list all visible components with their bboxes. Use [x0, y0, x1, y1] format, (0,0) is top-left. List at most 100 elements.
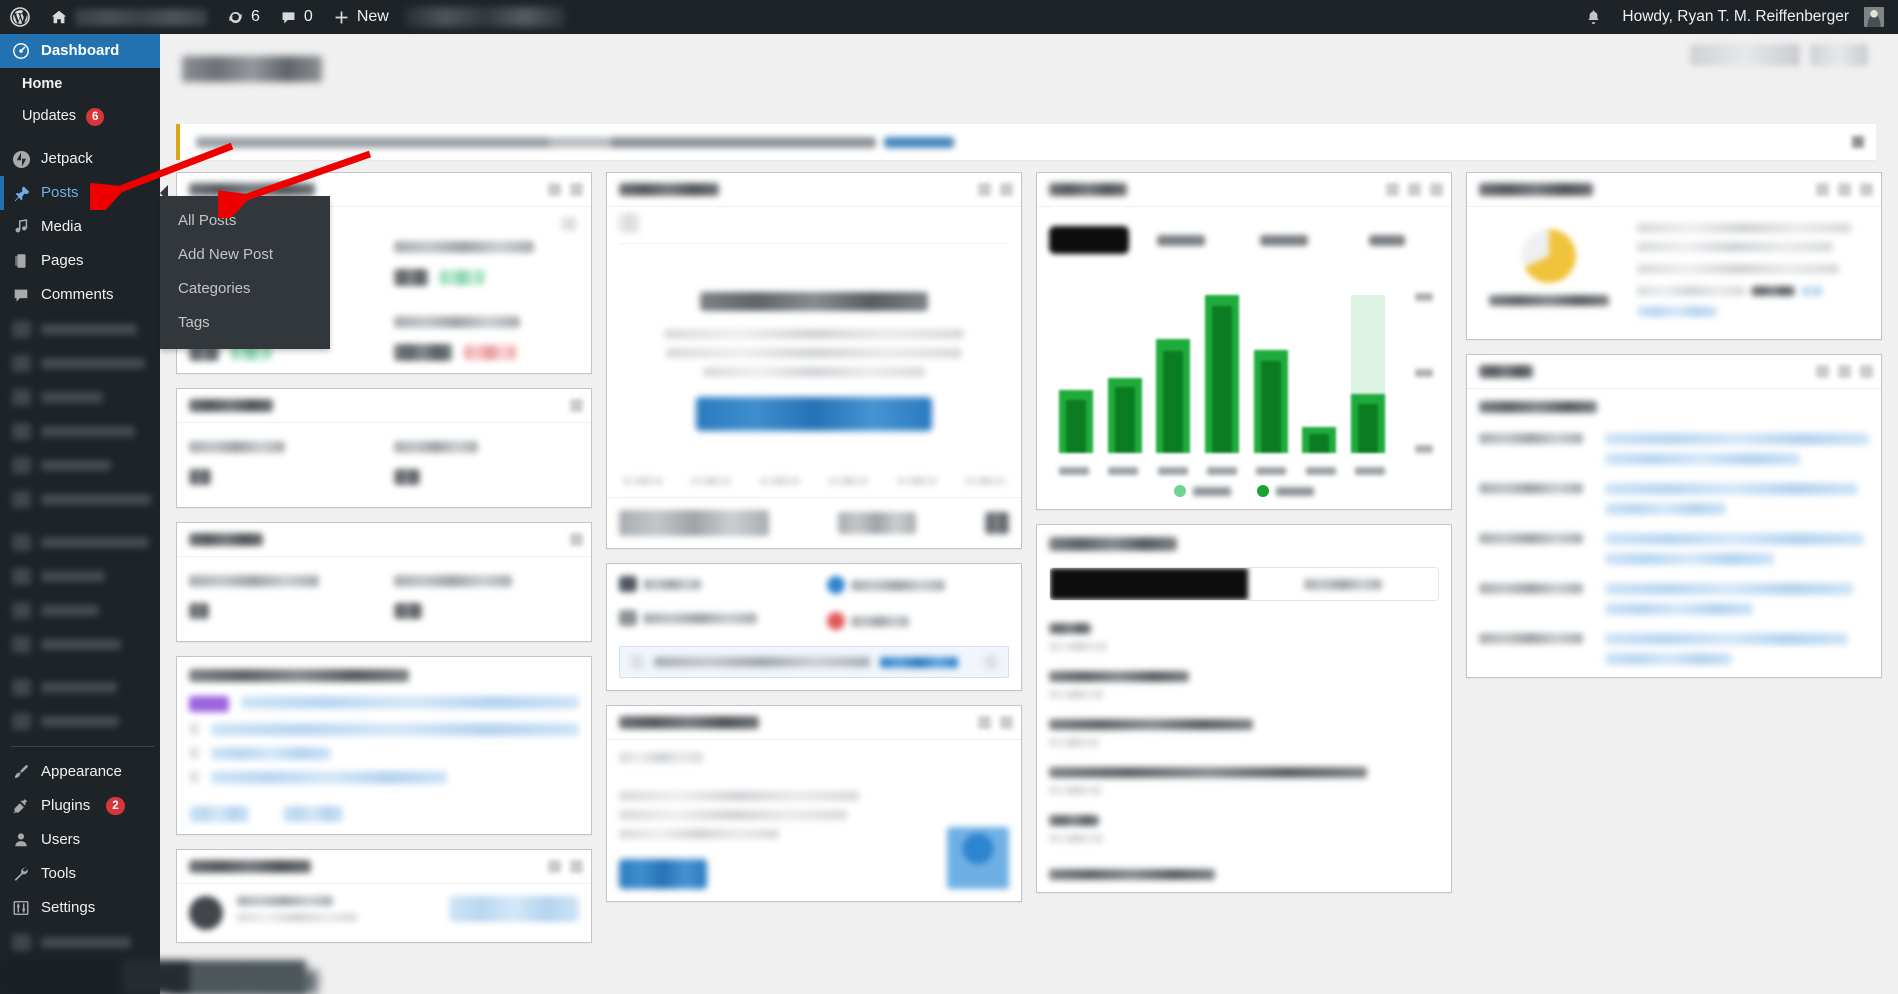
- glance-item[interactable]: [827, 612, 1009, 630]
- stats-expand-icon[interactable]: [985, 512, 1009, 534]
- sidebar-item-redacted[interactable]: [0, 346, 160, 380]
- list-item[interactable]: [189, 747, 579, 760]
- activity-link[interactable]: [1605, 583, 1854, 595]
- activity-link[interactable]: [1605, 483, 1859, 495]
- events-cta-button[interactable]: [619, 859, 707, 889]
- taskbar[interactable]: [0, 960, 306, 994]
- list-item[interactable]: [1479, 533, 1869, 565]
- sidebar-item-redacted[interactable]: [0, 670, 160, 704]
- widget-collapse-icon[interactable]: [570, 860, 583, 873]
- stats-period-select[interactable]: [619, 510, 769, 536]
- widget-settings-icon[interactable]: [1386, 183, 1399, 196]
- account-menu[interactable]: Howdy, Ryan T. M. Reiffenberger: [1612, 0, 1898, 34]
- pager-link[interactable]: [189, 806, 249, 822]
- widget-header[interactable]: [177, 523, 591, 557]
- sidebar-item-redacted[interactable]: [0, 593, 160, 627]
- sidebar-item-redacted[interactable]: [0, 704, 160, 738]
- sidebar-item-redacted[interactable]: [0, 312, 160, 346]
- widget-collapse-icon[interactable]: [1000, 183, 1013, 196]
- widget-settings-icon[interactable]: [548, 860, 561, 873]
- widget-header[interactable]: [607, 173, 1021, 207]
- widget-collapse-icon[interactable]: [1408, 183, 1421, 196]
- widget-header[interactable]: [607, 706, 1021, 740]
- widget-collapse-icon[interactable]: [570, 183, 583, 196]
- health-link[interactable]: [1637, 306, 1717, 317]
- widget-more-icon[interactable]: [1860, 365, 1873, 378]
- sidebar-item-users[interactable]: Users: [0, 823, 160, 857]
- widget-collapse-icon[interactable]: [570, 399, 583, 412]
- list-item[interactable]: [1479, 633, 1869, 665]
- sidebar-item-pages[interactable]: Pages: [0, 244, 160, 278]
- sidebar-item-jetpack[interactable]: Jetpack: [0, 142, 160, 176]
- notifications-button[interactable]: [1575, 0, 1612, 34]
- widget-settings-icon[interactable]: [1816, 365, 1829, 378]
- highlight-item[interactable]: [1049, 815, 1439, 843]
- screen-options-button[interactable]: [1690, 44, 1800, 66]
- sidebar-item-tools[interactable]: Tools: [0, 857, 160, 891]
- list-item[interactable]: [189, 771, 579, 784]
- sidebar-item-redacted[interactable]: [0, 448, 160, 482]
- help-button[interactable]: [1810, 44, 1868, 66]
- chart-tab-selected[interactable]: [1049, 226, 1129, 254]
- widget-header[interactable]: [1467, 173, 1881, 207]
- widget-collapse-icon[interactable]: [1000, 716, 1013, 729]
- glance-item[interactable]: [619, 576, 801, 592]
- sidebar-item-redacted[interactable]: [0, 627, 160, 661]
- highlights-tab-selected[interactable]: [1050, 568, 1248, 600]
- widget-header[interactable]: [177, 389, 591, 423]
- widget-collapse-icon[interactable]: [1838, 183, 1851, 196]
- health-link[interactable]: [1801, 286, 1823, 296]
- widget-settings-icon[interactable]: [978, 183, 991, 196]
- close-icon[interactable]: [984, 655, 998, 669]
- glance-item[interactable]: [619, 610, 801, 626]
- wp-logo-button[interactable]: [0, 0, 40, 34]
- updates-button[interactable]: 6: [217, 0, 270, 34]
- sidebar-item-home[interactable]: Home: [0, 68, 160, 100]
- activity-link[interactable]: [1605, 433, 1869, 445]
- comments-button[interactable]: 0: [270, 0, 323, 34]
- chart-tab[interactable]: [1129, 234, 1232, 246]
- submenu-item-tags[interactable]: Tags: [160, 306, 330, 340]
- widget-collapse-icon[interactable]: [570, 533, 583, 546]
- sidebar-item-posts[interactable]: Posts: [0, 176, 168, 210]
- post-link[interactable]: [211, 747, 331, 760]
- sidebar-item-updates[interactable]: Updates 6: [0, 100, 160, 133]
- list-item[interactable]: [189, 723, 579, 736]
- list-item[interactable]: [1479, 583, 1869, 615]
- highlights-tab[interactable]: [1248, 568, 1438, 600]
- sidebar-item-comments[interactable]: Comments: [0, 278, 160, 312]
- highlight-item[interactable]: [1049, 719, 1439, 747]
- visit-site-button[interactable]: [40, 0, 217, 34]
- list-item[interactable]: [1479, 433, 1869, 465]
- sidebar-item-settings[interactable]: Settings: [0, 891, 160, 925]
- activity-link[interactable]: [1605, 533, 1864, 545]
- submenu-item-categories[interactable]: Categories: [160, 272, 330, 306]
- chart-tab[interactable]: [1336, 234, 1439, 246]
- activity-link[interactable]: [1605, 453, 1801, 465]
- sidebar-item-plugins[interactable]: Plugins 2: [0, 789, 160, 823]
- highlight-item[interactable]: [1049, 623, 1439, 651]
- sidebar-item-redacted[interactable]: [0, 380, 160, 414]
- chart-tab[interactable]: [1232, 234, 1335, 246]
- post-link[interactable]: [211, 771, 447, 784]
- close-icon[interactable]: [1852, 136, 1864, 148]
- comment-action-button[interactable]: [449, 896, 579, 922]
- highlight-item[interactable]: [1049, 869, 1439, 880]
- upsell-cta-button[interactable]: [696, 397, 932, 431]
- sidebar-item-dashboard[interactable]: Dashboard: [0, 34, 168, 68]
- widget-more-icon[interactable]: [1860, 183, 1873, 196]
- pager-link[interactable]: [283, 806, 343, 822]
- submenu-item-add-new-post[interactable]: Add New Post: [160, 238, 330, 272]
- info-icon[interactable]: [561, 217, 577, 231]
- widget-settings-icon[interactable]: [548, 183, 561, 196]
- highlight-item[interactable]: [1049, 767, 1439, 795]
- sidebar-item-redacted[interactable]: [0, 414, 160, 448]
- widget-more-icon[interactable]: [1430, 183, 1443, 196]
- post-link[interactable]: [211, 723, 579, 736]
- activity-link[interactable]: [1605, 633, 1848, 645]
- widget-settings-icon[interactable]: [1816, 183, 1829, 196]
- sidebar-item-collapse-menu[interactable]: [0, 925, 160, 959]
- sidebar-item-appearance[interactable]: Appearance: [0, 755, 160, 789]
- activity-link[interactable]: [1605, 553, 1774, 565]
- list-item[interactable]: [1479, 483, 1869, 515]
